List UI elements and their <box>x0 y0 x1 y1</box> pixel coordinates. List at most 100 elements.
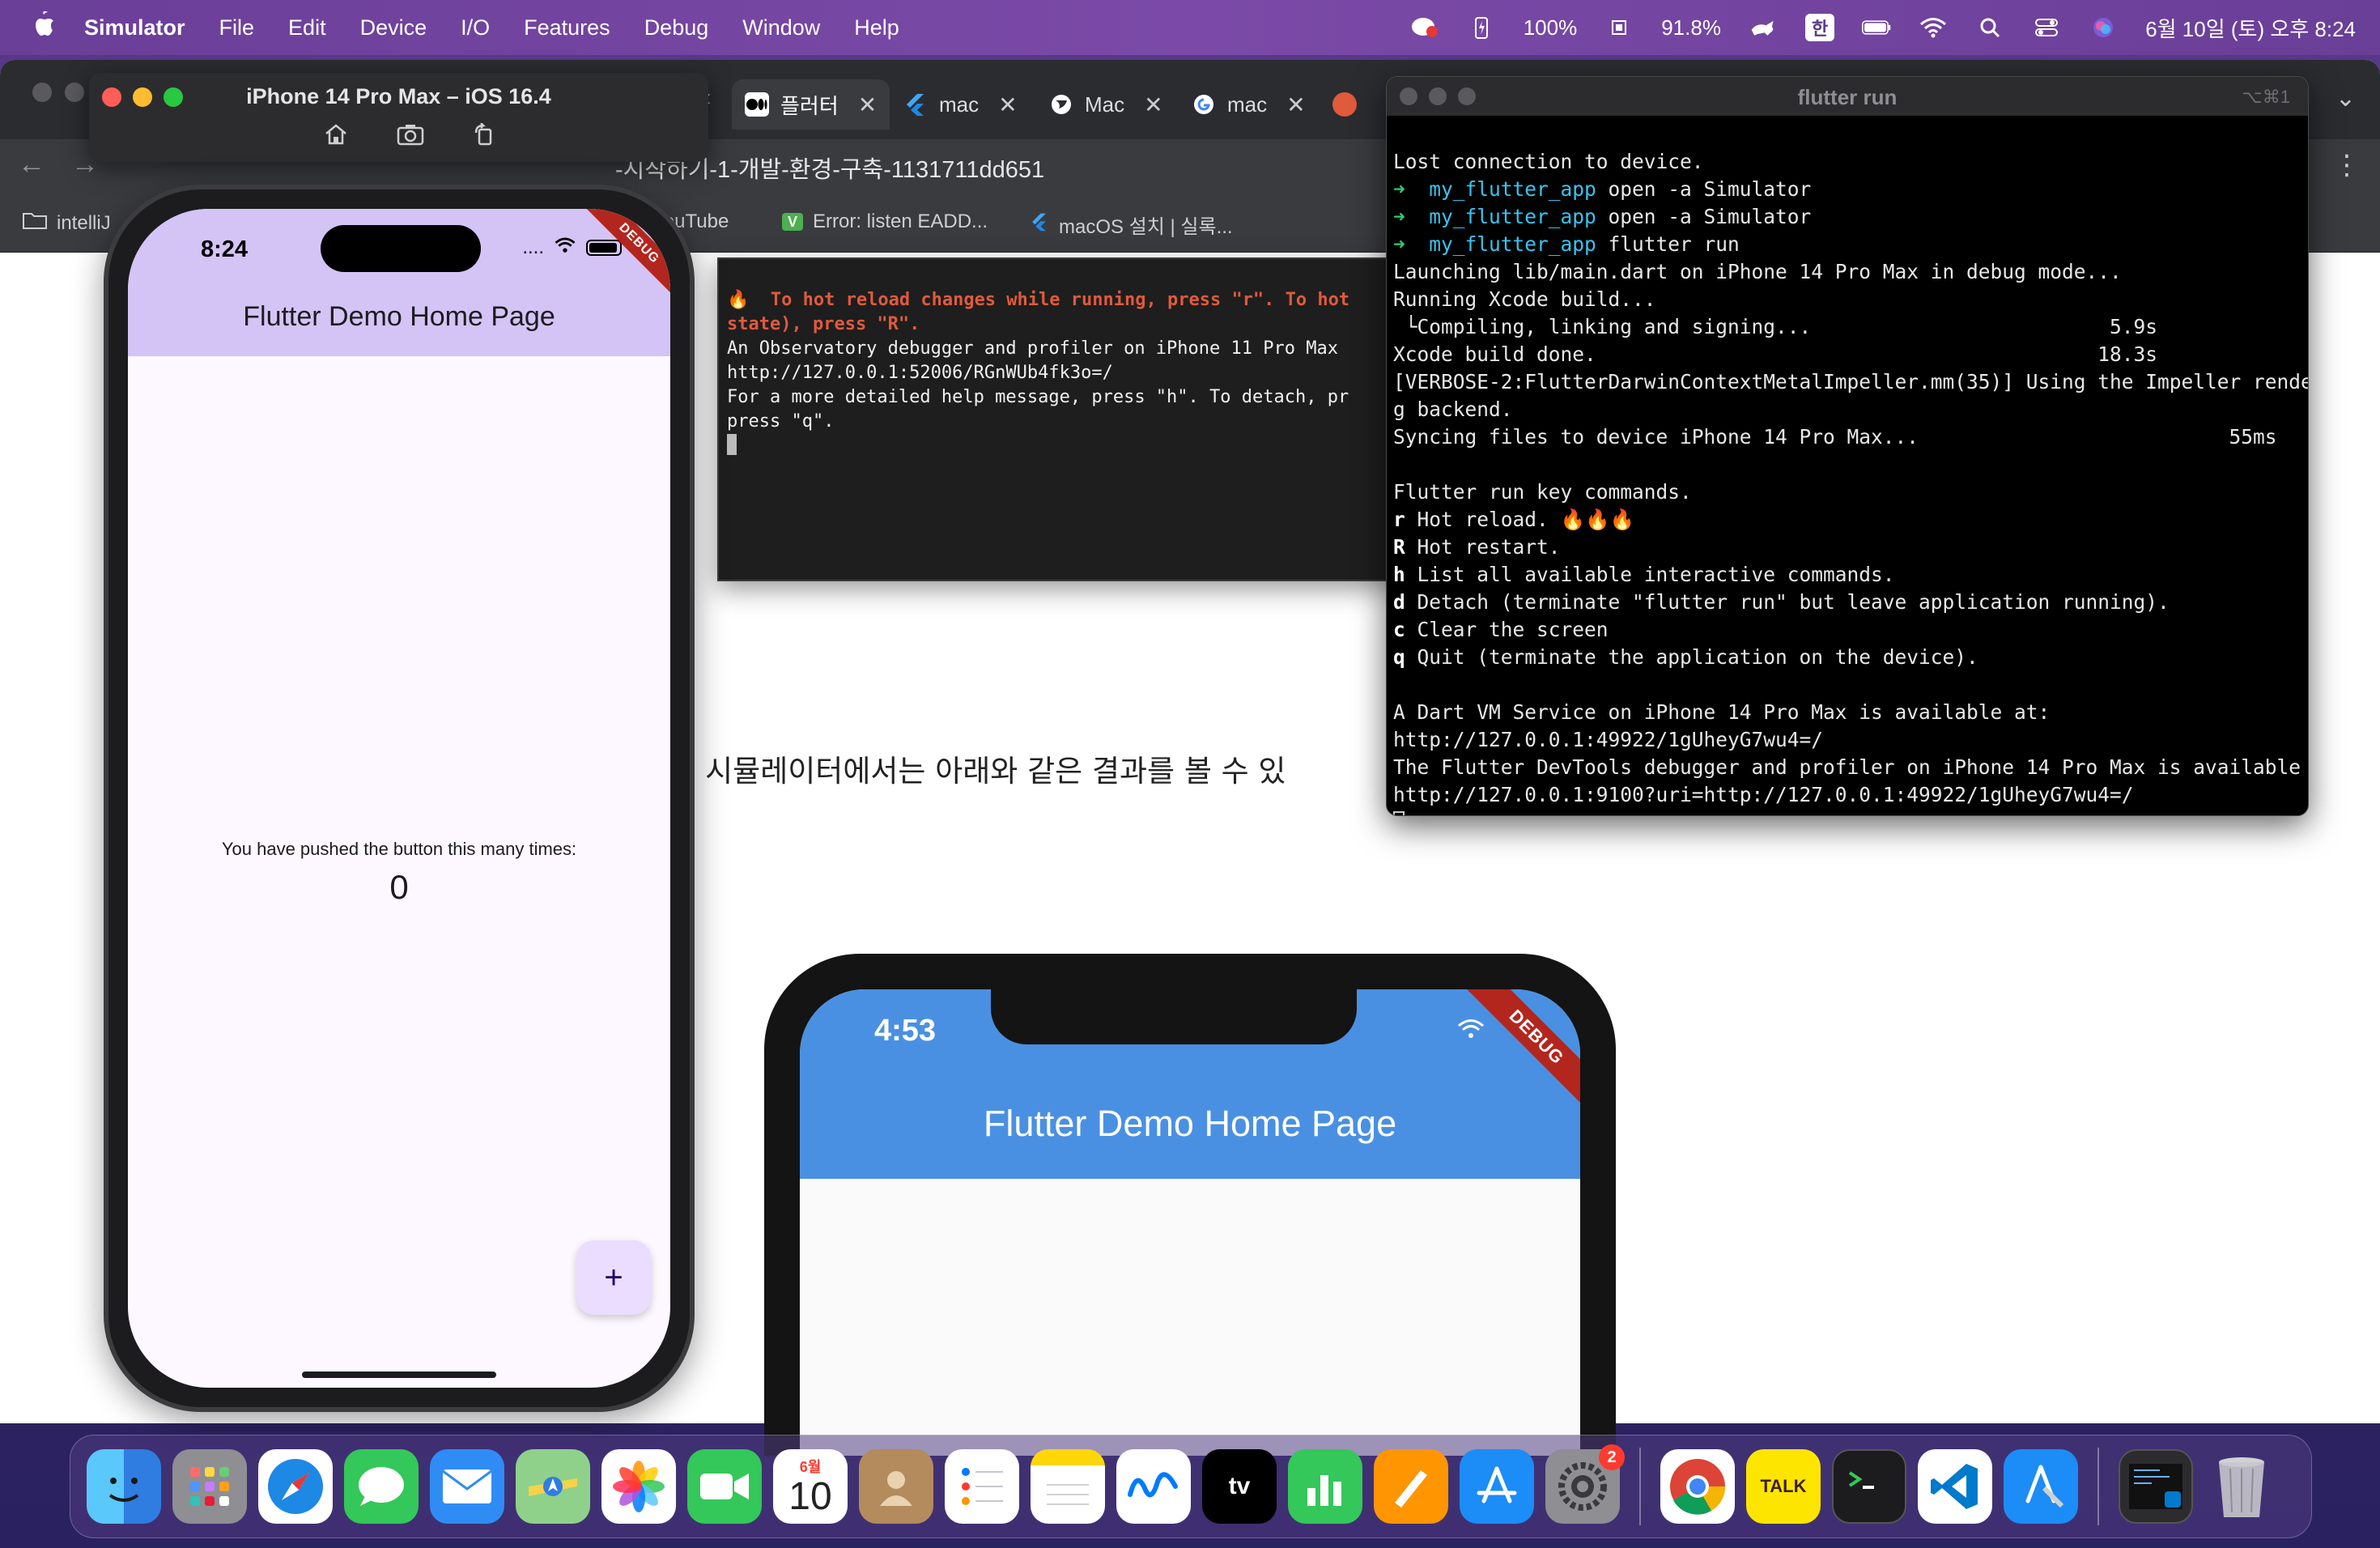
key-command: r <box>1393 508 1405 531</box>
back-arrow-icon[interactable]: ← <box>18 149 45 181</box>
terminal-line: http://127.0.0.1:52006/RGnWUb4fk3o=/ <box>727 363 1113 383</box>
battery-charge-icon[interactable] <box>1467 16 1496 39</box>
menu-edit[interactable]: Edit <box>288 15 326 40</box>
browser-close-button[interactable] <box>32 83 52 102</box>
trash-icon[interactable] <box>2204 1449 2279 1524</box>
system-settings-icon[interactable]: 2 <box>1545 1444 1625 1524</box>
runcat-icon[interactable] <box>1749 16 1778 39</box>
mail-icon[interactable] <box>430 1449 504 1524</box>
apple-tv-icon[interactable]: tv <box>1202 1449 1277 1524</box>
increment-fab-button[interactable]: + <box>576 1240 651 1315</box>
menu-app-name[interactable]: Simulator <box>84 15 185 40</box>
menu-io[interactable]: I/O <box>461 15 490 40</box>
freeform-icon[interactable] <box>1116 1449 1191 1524</box>
clock-datetime[interactable]: 6월 10일 (토) 오후 8:24 <box>2145 13 2356 43</box>
facetime-icon[interactable] <box>687 1449 762 1524</box>
simulator-toolbar <box>324 122 495 152</box>
close-icon[interactable]: ✕ <box>998 91 1017 118</box>
key-description: Clear the screen <box>1405 618 1609 641</box>
tab-partial[interactable] <box>1320 79 1370 130</box>
chrome-icon[interactable] <box>1660 1449 1735 1524</box>
more-menu-icon[interactable]: ⋮ <box>2333 149 2361 181</box>
terminal-app-icon[interactable] <box>1832 1449 1906 1524</box>
contacts-icon[interactable] <box>859 1449 933 1524</box>
app-store-icon[interactable] <box>1460 1449 1534 1524</box>
siri-icon[interactable] <box>2089 16 2118 39</box>
vscode-icon[interactable] <box>1918 1449 1992 1524</box>
dynamic-island <box>321 225 481 272</box>
browser-minimize-button[interactable] <box>65 83 84 102</box>
terminal-line: Launching lib/main.dart on iPhone 14 Pro… <box>1393 260 2122 283</box>
maps-icon[interactable] <box>516 1449 590 1524</box>
terminal-link[interactable]: http://127.0.0.1:49922/1gUheyG7wu4=/ <box>1393 726 2301 754</box>
terminal-line: Flutter run key commands. <box>1393 480 1692 504</box>
numbers-icon[interactable] <box>1288 1449 1362 1524</box>
device-screen[interactable]: 8:24 .... Flutter Demo Home Page DEBUG Y… <box>128 209 670 1388</box>
launchpad-icon[interactable] <box>172 1449 247 1524</box>
menu-device[interactable]: Device <box>360 15 427 40</box>
safari-icon[interactable] <box>258 1449 333 1524</box>
menu-window[interactable]: Window <box>742 15 820 40</box>
bookmark-label: macOS 설치 | 실록... <box>1059 216 1233 238</box>
screenshot-camera-icon[interactable] <box>397 123 424 152</box>
terminal-line: g backend. <box>1393 398 1513 421</box>
flutter-favicon-icon <box>1030 212 1049 237</box>
rotate-icon[interactable] <box>473 122 495 152</box>
dock-separator <box>2097 1448 2099 1525</box>
bookmark-error-listen[interactable]: V Error: listen EADD... <box>782 211 988 233</box>
memory-usage[interactable]: 91.8% <box>1661 15 1721 40</box>
prompt-project: my_flutter_app <box>1429 232 1596 256</box>
tab-flutter-mac[interactable]: mac ✕ <box>890 79 1031 130</box>
prompt-arrow-icon: ➜ <box>1393 232 1405 256</box>
tab-medium[interactable]: 플러터 ✕ <box>732 79 890 130</box>
wifi-icon[interactable] <box>1919 16 1948 39</box>
terminal-line: press "q". <box>727 411 835 432</box>
notes-icon[interactable] <box>1031 1449 1105 1524</box>
reminders-icon[interactable] <box>945 1449 1019 1524</box>
close-icon[interactable]: ✕ <box>1286 91 1305 118</box>
notification-icon[interactable] <box>1410 16 1439 39</box>
messages-icon[interactable] <box>344 1449 419 1524</box>
tab-label: Mac <box>1085 91 1125 117</box>
menu-help[interactable]: Help <box>854 15 899 40</box>
kakaotalk-icon[interactable]: TALK <box>1746 1449 1821 1524</box>
terminal-shortcut: ⌥⌘1 <box>2242 87 2290 107</box>
xcode-icon[interactable] <box>2004 1449 2078 1524</box>
control-center-icon[interactable] <box>2032 16 2061 39</box>
terminal-output[interactable]: Lost connection to device. ➜ my_flutter_a… <box>1387 116 2308 815</box>
terminal-title: flutter run <box>1797 85 1898 109</box>
photos-icon[interactable] <box>601 1449 676 1524</box>
key-command: h <box>1393 563 1405 586</box>
phone-notch <box>991 989 1357 1044</box>
home-indicator[interactable] <box>302 1372 496 1378</box>
calendar-icon[interactable]: 6월 10 <box>773 1449 848 1524</box>
close-icon[interactable]: ✕ <box>858 91 877 118</box>
recent-window-thumbnail-icon[interactable] <box>2119 1449 2193 1524</box>
site-favicon-icon <box>1332 92 1357 117</box>
spotlight-search-icon[interactable] <box>1975 16 2004 39</box>
key-command: R <box>1393 535 1405 559</box>
bookmark-macos-install[interactable]: macOS 설치 | 실록... <box>1030 211 1233 239</box>
simulator-device: 8:24 .... Flutter Demo Home Page DEBUG Y… <box>104 185 695 1412</box>
menu-file[interactable]: File <box>219 15 255 40</box>
dock: 6월 10 tv 2 TALK <box>70 1435 2312 1538</box>
terminal-line: Syncing files to device iPhone 14 Pro Ma… <box>1393 425 2277 449</box>
input-method-indicator[interactable]: 한 <box>1804 14 1835 41</box>
bookmark-intellij[interactable]: intelliJ <box>23 211 111 236</box>
menu-features[interactable]: Features <box>524 15 610 40</box>
pages-icon[interactable] <box>1374 1449 1448 1524</box>
tab-google-mac[interactable]: mac ✕ <box>1179 79 1319 130</box>
battery-icon[interactable] <box>1862 16 1891 39</box>
home-icon[interactable] <box>324 123 348 152</box>
tab-search-chevron-down-icon[interactable]: ⌄ <box>2335 84 2356 113</box>
simulator-titlebar: iPhone 14 Pro Max – iOS 16.4 <box>89 73 708 162</box>
finder-icon[interactable] <box>87 1449 161 1524</box>
fire-icon: 🔥 <box>727 290 750 310</box>
apple-menu-icon[interactable] <box>28 11 60 45</box>
cpu-usage[interactable]: 100% <box>1524 15 1578 40</box>
terminal-link[interactable]: http://127.0.0.1:9100?uri=http://127.0.0… <box>1393 781 2301 809</box>
memory-chip-icon <box>1604 16 1634 39</box>
tab-mac-globe[interactable]: Mac ✕ <box>1036 79 1176 130</box>
close-icon[interactable]: ✕ <box>1144 91 1162 118</box>
menu-debug[interactable]: Debug <box>644 15 709 40</box>
